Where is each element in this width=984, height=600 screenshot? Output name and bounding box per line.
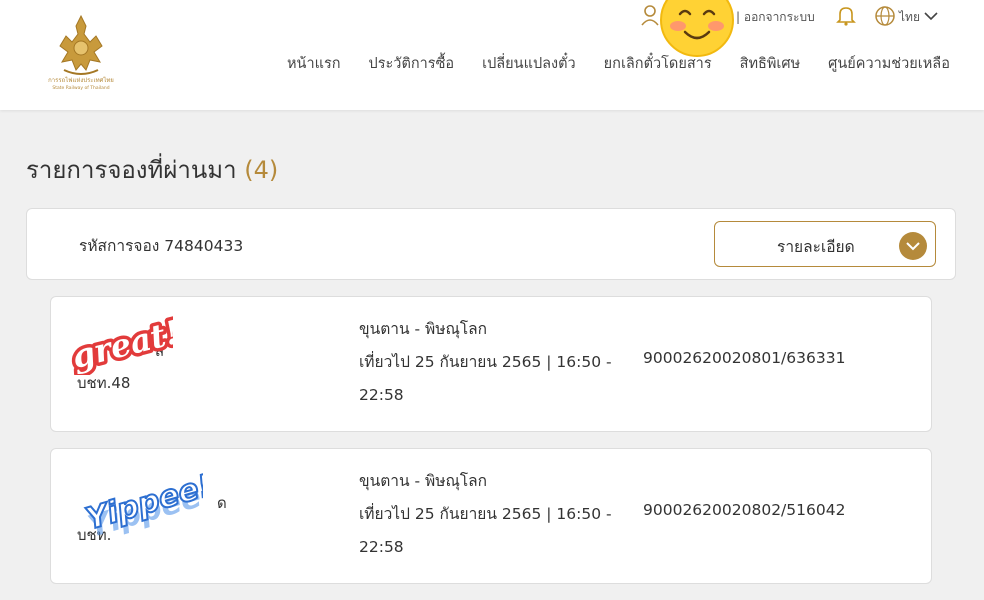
- nav-home[interactable]: หน้าแรก: [287, 52, 341, 75]
- ticket-number: 90002620020801/636331: [643, 349, 846, 367]
- ticket-number: 90002620020802/516042: [643, 501, 846, 519]
- notification-bell-icon[interactable]: [835, 4, 857, 26]
- great-sticker-icon: great! great!: [65, 315, 173, 375]
- language-selector[interactable]: ไทย: [899, 8, 920, 27]
- nav-purchase-history[interactable]: ประวัติการซื้อ: [369, 52, 455, 75]
- page-title-text: รายการจองที่ผ่านมา: [26, 156, 237, 184]
- booking-summary-card: รหัสการจอง 74840433 รายละเอียด: [26, 208, 956, 280]
- globe-icon[interactable]: [874, 5, 896, 27]
- logout-link[interactable]: | ออกจากระบบ: [736, 8, 815, 27]
- site-header: การรถไฟแห่งประเทศไทย State Railway of Th…: [0, 0, 984, 110]
- nav-privileges[interactable]: สิทธิพิเศษ: [740, 52, 801, 75]
- expand-icon[interactable]: [899, 232, 927, 260]
- nav-cancel-ticket[interactable]: ยกเลิกตั๋วโดยสาร: [604, 52, 712, 75]
- chevron-down-icon[interactable]: [923, 8, 939, 24]
- logo-text-th: การรถไฟแห่งประเทศไทย: [48, 76, 114, 84]
- smiley-sticker-icon: [660, 0, 734, 57]
- yippee-sticker-icon: Yippee! Yippee!: [81, 467, 203, 543]
- trip-datetime: เที่ยวไป 25 กันยายน 2565 | 16:50 - 22:58: [359, 505, 612, 556]
- nav-change-ticket[interactable]: เปลี่ยนแปลงตั๋ว: [482, 52, 576, 75]
- page-title: รายการจองที่ผ่านมา (4): [26, 150, 278, 189]
- great-sticker-text-fill: great!: [68, 315, 173, 375]
- main-nav: หน้าแรก ประวัติการซื้อ เปลี่ยนแปลงตั๋ว ย…: [287, 52, 950, 75]
- srt-logo[interactable]: การรถไฟแห่งประเทศไทย State Railway of Th…: [40, 12, 122, 92]
- booking-code: รหัสการจอง 74840433: [79, 237, 244, 255]
- nav-help-center[interactable]: ศูนย์ความช่วยเหลือ: [828, 52, 950, 75]
- logo-text-en: State Railway of Thailand: [52, 85, 109, 91]
- route-info: ขุนตาน - พิษณุโลก เที่ยวไป 25 กันยายน 25…: [359, 313, 619, 412]
- details-button-label: รายละเอียด: [777, 238, 855, 256]
- booking-count: (4): [244, 156, 279, 184]
- route-name: ขุนตาน - พิษณุโลก: [359, 472, 488, 490]
- ticket-card[interactable]: ส บชท.48 great! great! ขุนตาน - พิษณุโลก…: [50, 296, 932, 432]
- route-info: ขุนตาน - พิษณุโลก เที่ยวไป 25 กันยายน 25…: [359, 465, 619, 564]
- route-name: ขุนตาน - พิษณุโลก: [359, 320, 488, 338]
- trip-datetime: เที่ยวไป 25 กันยายน 2565 | 16:50 - 22:58: [359, 353, 612, 404]
- ticket-card[interactable]: ด บชท. Yippee! Yippee! ขุนตาน - พิษณุโลก…: [50, 448, 932, 584]
- details-button[interactable]: รายละเอียด: [714, 221, 936, 267]
